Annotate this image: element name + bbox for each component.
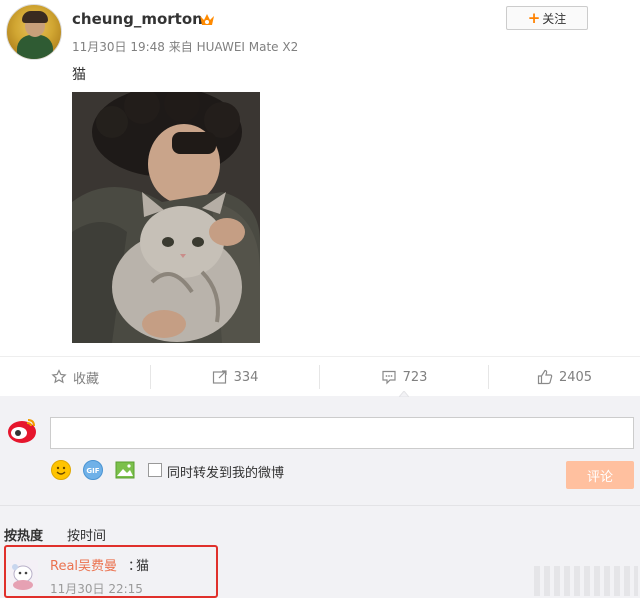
repost-icon — [212, 370, 227, 384]
vip-badge-icon[interactable] — [198, 11, 216, 27]
comment-input[interactable] — [50, 417, 634, 449]
pixelated-region — [534, 566, 638, 596]
svg-text:GIF: GIF — [86, 467, 99, 475]
favorite-button[interactable]: 收藏 — [0, 357, 150, 397]
follow-button[interactable]: + 关注 — [506, 6, 588, 30]
like-count: 2405 — [558, 369, 593, 385]
commenter-name[interactable]: Real吴费曼 — [50, 555, 117, 574]
action-bar: 收藏 334 723 2405 — [0, 356, 640, 396]
thumbs-up-icon — [537, 369, 553, 385]
post-time[interactable]: 11月30日 19:48 — [72, 40, 165, 54]
comment-text: 猫 — [136, 559, 150, 574]
weibo-post: cheung_morton 11月30日 19:48 来自 HUAWEI Mat… — [0, 0, 640, 355]
plus-icon: + — [527, 8, 541, 27]
follow-label: 关注 — [542, 11, 567, 26]
post-meta: 11月30日 19:48 来自 HUAWEI Mate X2 — [72, 38, 298, 55]
visitor-avatar-icon[interactable] — [6, 414, 38, 446]
image-icon[interactable] — [114, 459, 136, 481]
submit-comment-button[interactable]: 评论 — [566, 461, 634, 489]
comment-count: 723 — [402, 369, 428, 385]
sort-tab-time[interactable]: 按时间 — [67, 525, 106, 544]
gif-icon[interactable]: GIF — [82, 459, 104, 481]
comment-icon — [381, 370, 396, 385]
photo-illustration — [72, 92, 260, 343]
source-prefix: 来自 — [168, 40, 193, 54]
like-button[interactable]: 2405 — [489, 357, 640, 397]
repost-button[interactable]: 334 — [151, 357, 319, 397]
user-avatar[interactable] — [6, 4, 62, 60]
favorite-label: 收藏 — [72, 371, 99, 387]
section-divider — [0, 505, 640, 506]
emoji-icon[interactable] — [50, 459, 72, 481]
repost-count: 334 — [233, 369, 259, 385]
star-icon — [51, 369, 67, 384]
post-text: 猫 — [72, 67, 86, 83]
post-device: HUAWEI Mate X2 — [196, 40, 299, 54]
repost-label: 同时转发到我的微博 — [167, 466, 285, 481]
username[interactable]: cheung_morton — [72, 10, 203, 28]
repost-checkbox[interactable] — [148, 463, 162, 477]
comment-time: 11月30日 22:15 — [50, 582, 143, 596]
post-photo[interactable] — [72, 92, 260, 343]
caret-icon — [399, 391, 409, 397]
sort-tab-hot[interactable]: 按热度 — [4, 525, 43, 544]
commenter-avatar[interactable] — [8, 560, 38, 590]
